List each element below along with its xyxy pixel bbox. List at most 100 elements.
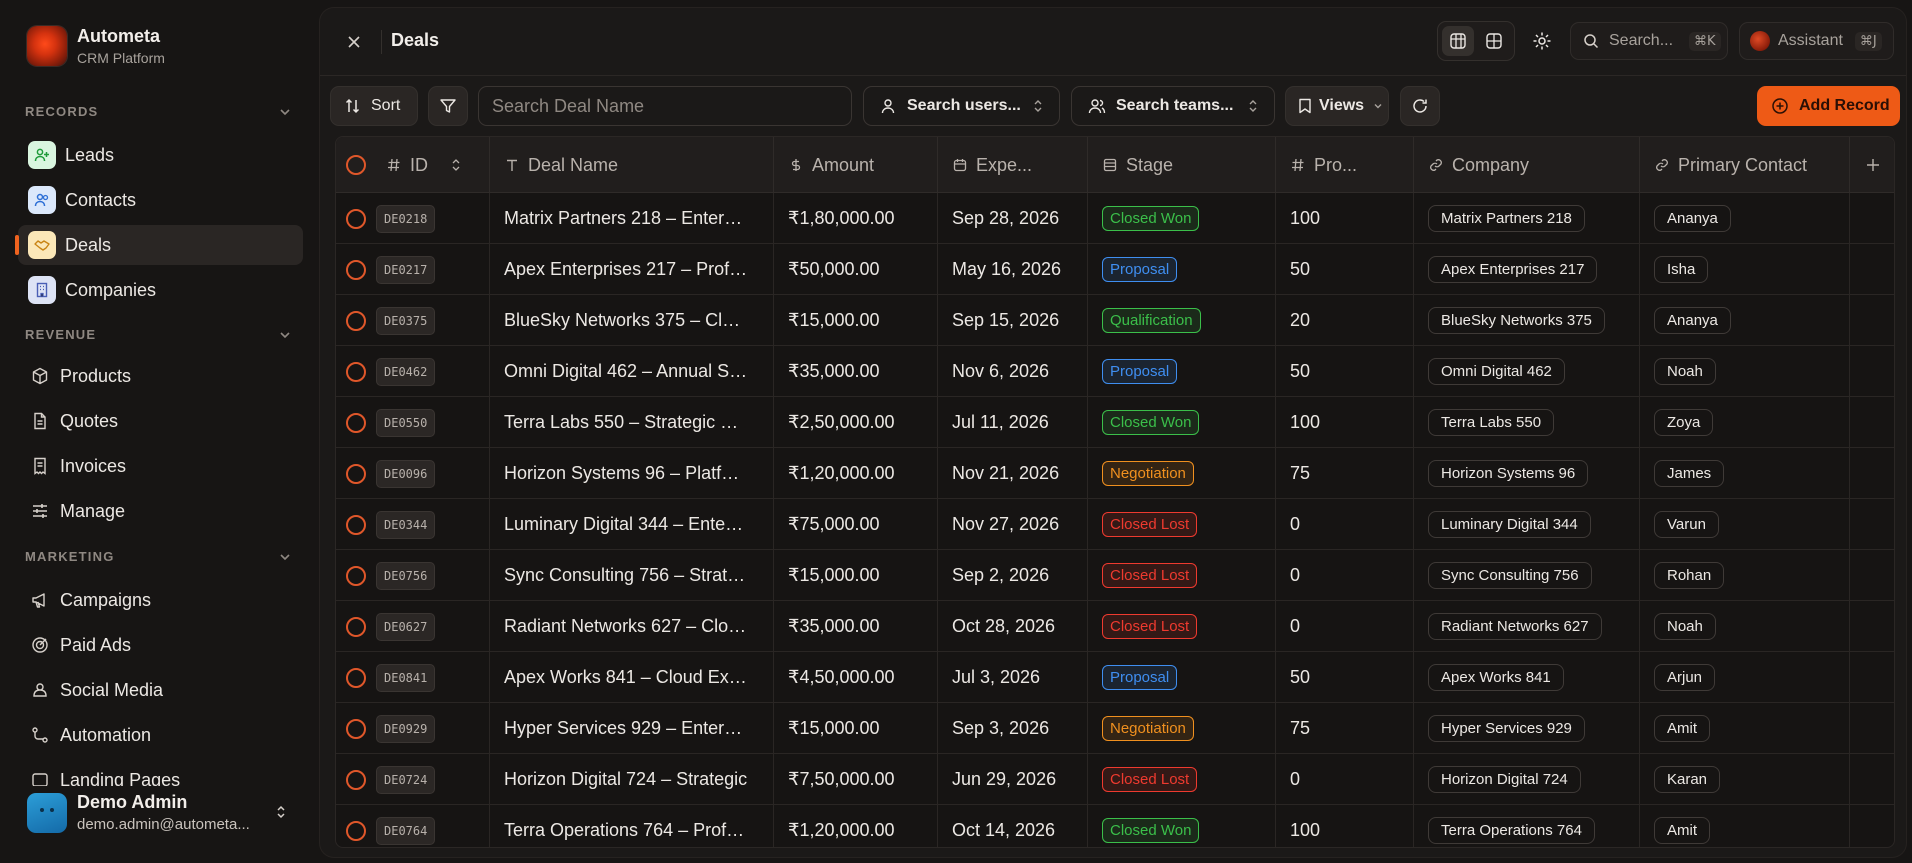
row-checkbox[interactable] [346, 463, 366, 484]
company-link[interactable]: Horizon Digital 724 [1428, 766, 1581, 793]
assistant-button[interactable]: Assistant ⌘J [1739, 22, 1894, 60]
company-link[interactable]: Luminary Digital 344 [1428, 511, 1591, 538]
contact-link[interactable]: James [1654, 460, 1725, 487]
stage-badge[interactable]: Negotiation [1102, 461, 1194, 486]
table-row[interactable]: DE0218 Matrix Partners 218 – Enterprise ₹1… [336, 193, 1894, 244]
contact-link[interactable]: Zoya [1654, 409, 1714, 436]
sidebar-item-deals[interactable]: Deals [15, 225, 303, 265]
row-checkbox[interactable] [346, 259, 366, 280]
row-checkbox[interactable] [346, 616, 366, 637]
contact-link[interactable]: Amit [1654, 715, 1710, 742]
company-link[interactable]: Omni Digital 462 [1428, 358, 1565, 385]
teams-select[interactable]: Search teams... [1071, 86, 1275, 126]
column-header-id[interactable]: ID [376, 137, 490, 193]
grid-view-icon[interactable] [1478, 26, 1510, 56]
table-row[interactable]: DE0462 Omni Digital 462 – Annual Subscrip… [336, 346, 1894, 397]
stage-badge[interactable]: Closed Lost [1102, 563, 1198, 588]
column-header-amount[interactable]: Amount [774, 137, 938, 193]
company-link[interactable]: Terra Operations 764 [1428, 817, 1595, 844]
row-checkbox[interactable] [346, 667, 366, 688]
deal-name[interactable]: Apex Enterprises 217 – Professional [490, 259, 748, 280]
global-search[interactable]: Search... ⌘K [1570, 22, 1728, 60]
table-row[interactable]: DE0627 Radiant Networks 627 – Cloud ₹35,00… [336, 601, 1894, 652]
company-link[interactable]: Apex Works 841 [1428, 664, 1564, 691]
sidebar-item-companies[interactable]: Companies [18, 270, 303, 310]
stage-badge[interactable]: Proposal [1102, 665, 1178, 690]
company-link[interactable]: Radiant Networks 627 [1428, 613, 1602, 640]
sidebar-item-paid-ads[interactable]: Paid Ads [18, 625, 303, 665]
deal-name[interactable]: Sync Consulting 756 – Strategic [490, 565, 748, 586]
deal-name[interactable]: Radiant Networks 627 – Cloud [490, 616, 748, 637]
stage-badge[interactable]: Closed Won [1102, 410, 1200, 435]
deal-name[interactable]: Terra Labs 550 – Strategic Partnership [490, 412, 748, 433]
brand[interactable]: Autometa CRM Platform [27, 26, 165, 66]
deal-name[interactable]: Horizon Digital 724 – Strategic [490, 769, 747, 790]
contact-link[interactable]: Arjun [1654, 664, 1716, 691]
table-row[interactable]: DE0764 Terra Operations 764 – Professiona… [336, 805, 1894, 847]
stage-badge[interactable]: Proposal [1102, 257, 1178, 282]
deal-name[interactable]: Hyper Services 929 – Enterprise [490, 718, 748, 739]
sort-button[interactable]: Sort [330, 86, 418, 126]
user-menu[interactable]: Demo Admin demo.admin@autometa... [27, 792, 297, 833]
row-checkbox[interactable] [346, 208, 366, 229]
stage-badge[interactable]: Closed Lost [1102, 512, 1198, 537]
contact-link[interactable]: Rohan [1654, 562, 1725, 589]
chevron-down-icon[interactable] [277, 327, 293, 343]
column-header-primary-contact[interactable]: Primary Contact [1640, 137, 1850, 193]
table-row[interactable]: DE0724 Horizon Digital 724 – Strategic ₹7,… [336, 754, 1894, 805]
stage-badge[interactable]: Negotiation [1102, 716, 1194, 741]
deal-name-search[interactable]: Search Deal Name [478, 86, 852, 126]
contact-link[interactable]: Karan [1654, 766, 1721, 793]
table-row[interactable]: DE0841 Apex Works 841 – Cloud Expansion ₹4… [336, 652, 1894, 703]
sidebar-item-landing-pages[interactable]: Landing Pages [18, 760, 303, 786]
column-header-company[interactable]: Company [1414, 137, 1640, 193]
views-button[interactable]: Views [1285, 86, 1389, 126]
gear-icon[interactable] [1530, 29, 1554, 53]
table-row[interactable]: DE0217 Apex Enterprises 217 – Professiona… [336, 244, 1894, 295]
company-link[interactable]: Matrix Partners 218 [1428, 205, 1585, 232]
chevrons-up-down-icon[interactable] [273, 804, 289, 820]
chevron-down-icon[interactable] [277, 549, 293, 565]
sidebar-item-quotes[interactable]: Quotes [18, 401, 303, 441]
row-checkbox[interactable] [346, 514, 366, 535]
table-row[interactable]: DE0096 Horizon Systems 96 – Platform ₹1,20… [336, 448, 1894, 499]
sidebar-item-social-media[interactable]: Social Media [18, 670, 303, 710]
column-header-deal-name[interactable]: Deal Name [490, 137, 774, 193]
select-all-checkbox[interactable] [346, 155, 366, 175]
column-header-expected-close[interactable]: Expe... [938, 137, 1088, 193]
users-select[interactable]: Search users... [863, 86, 1060, 126]
row-checkbox[interactable] [346, 565, 366, 586]
deal-name[interactable]: Matrix Partners 218 – Enterprise [490, 208, 748, 229]
contact-link[interactable]: Noah [1654, 613, 1716, 640]
filter-button[interactable] [428, 86, 468, 126]
sidebar-item-campaigns[interactable]: Campaigns [18, 580, 303, 620]
deal-name[interactable]: BlueSky Networks 375 – Cloud [490, 310, 748, 331]
company-link[interactable]: Horizon Systems 96 [1428, 460, 1589, 487]
table-row[interactable]: DE0756 Sync Consulting 756 – Strategic ₹15… [336, 550, 1894, 601]
table-row[interactable]: DE0929 Hyper Services 929 – Enterprise ₹15… [336, 703, 1894, 754]
table-row[interactable]: DE0375 BlueSky Networks 375 – Cloud ₹15,00… [336, 295, 1894, 346]
sidebar-item-automation[interactable]: Automation [18, 715, 303, 755]
company-link[interactable]: Apex Enterprises 217 [1428, 256, 1598, 283]
contact-link[interactable]: Amit [1654, 817, 1710, 844]
table-view-icon[interactable] [1442, 26, 1474, 56]
deal-name[interactable]: Terra Operations 764 – Professional [490, 820, 748, 841]
row-checkbox[interactable] [346, 820, 366, 841]
row-checkbox[interactable] [346, 361, 366, 382]
sort-toggle-icon[interactable] [450, 158, 462, 172]
row-checkbox[interactable] [346, 718, 366, 739]
sidebar-item-products[interactable]: Products [18, 356, 303, 396]
stage-badge[interactable]: Closed Lost [1102, 614, 1198, 639]
company-link[interactable]: Terra Labs 550 [1428, 409, 1555, 436]
sidebar-item-manage[interactable]: Manage [18, 491, 303, 531]
chevron-down-icon[interactable] [277, 104, 293, 120]
stage-badge[interactable]: Closed Lost [1102, 767, 1198, 792]
refresh-button[interactable] [1400, 86, 1440, 126]
company-link[interactable]: Sync Consulting 756 [1428, 562, 1592, 589]
deal-name[interactable]: Luminary Digital 344 – Enterprise [490, 514, 748, 535]
stage-badge[interactable]: Qualification [1102, 308, 1201, 333]
close-icon[interactable] [343, 31, 365, 53]
row-checkbox[interactable] [346, 769, 366, 790]
column-header-probability[interactable]: Pro... [1276, 137, 1414, 193]
sidebar-item-invoices[interactable]: Invoices [18, 446, 303, 486]
